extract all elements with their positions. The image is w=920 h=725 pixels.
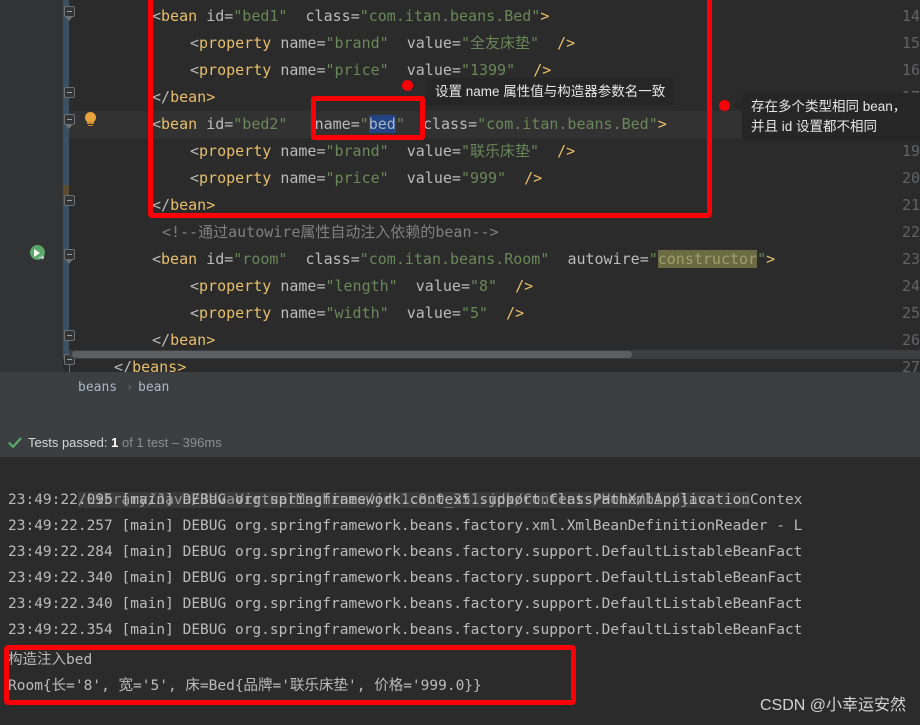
breadcrumb[interactable]: beans › bean — [0, 372, 920, 404]
line-number: 15 — [901, 34, 920, 52]
code-token: class — [305, 250, 351, 268]
console-log-line: 23:49:22.354 [main] DEBUG org.springfram… — [8, 622, 803, 638]
code-token: < — [190, 277, 200, 295]
code-token: /> — [506, 304, 525, 322]
code-token: = — [350, 250, 360, 268]
code-token: </ — [152, 331, 171, 349]
code-token: property — [199, 304, 272, 322]
code-token: = — [224, 250, 234, 268]
code-token: " — [757, 250, 767, 268]
code-token: "com.itan.beans.Room" — [359, 250, 550, 268]
code-token: constructor — [657, 250, 758, 268]
breadcrumb-item-bean[interactable]: bean — [138, 380, 169, 395]
editor-hscrollbar-thumb[interactable] — [72, 351, 632, 358]
callout-duplicate-bean: 存在多个类型相同 bean， 并且 id 设置都不相同 — [742, 93, 920, 141]
run-test-gutter-icon[interactable]: ➜ — [30, 245, 47, 263]
line-number: 22 — [901, 223, 920, 241]
callout-tail-duplicate-bean — [733, 100, 742, 112]
breadcrumb-separator-icon: › — [126, 380, 134, 394]
code-token: value — [415, 277, 461, 295]
code-line[interactable]: <!--通过autowire属性自动注入依赖的bean--> — [162, 219, 499, 246]
code-token: name — [280, 304, 317, 322]
tests-passed-count: 1 — [111, 435, 119, 450]
fold-marker-14[interactable] — [64, 6, 77, 21]
line-number: 21 — [901, 196, 920, 214]
code-token: > — [766, 250, 776, 268]
callout-duplicate-bean-line2: 并且 id 设置都不相同 — [751, 119, 878, 134]
code-token: autowire — [567, 250, 640, 268]
code-token: "room" — [233, 250, 288, 268]
tests-passed-detail: of 1 test – 396ms — [121, 435, 222, 450]
code-line[interactable]: <property name="length" value="8" /> — [190, 273, 533, 300]
line-number: 19 — [901, 142, 920, 160]
code-token: " — [648, 250, 658, 268]
console-log-line: 23:49:22.340 [main] DEBUG org.springfram… — [8, 596, 803, 612]
code-token: > — [177, 358, 187, 372]
console-command-line: /Library/Java/JavaVirtualMachines/jdk1.8… — [8, 461, 751, 508]
gutter-change-strip — [63, 0, 69, 359]
code-token: "length" — [325, 277, 398, 295]
tests-passed-label: Tests passed: — [28, 435, 108, 450]
code-token: bean — [170, 331, 207, 349]
code-token: "5" — [460, 304, 489, 322]
console-log-line: 23:49:22.284 [main] DEBUG org.springfram… — [8, 544, 803, 560]
code-token: name — [280, 277, 317, 295]
annotation-box-program-output — [4, 645, 576, 705]
callout-name-attr: 设置 name 属性值与构造器参数名一致 — [426, 78, 675, 106]
line-number: 20 — [901, 169, 920, 187]
code-line[interactable]: <bean id="room" class="com.itan.beans.Ro… — [152, 246, 775, 273]
fold-marker-21[interactable] — [64, 195, 77, 208]
code-token: /> — [515, 277, 534, 295]
fold-marker-18[interactable] — [64, 114, 77, 129]
code-line[interactable]: <property name="width" value="5" /> — [190, 300, 524, 327]
watermark: CSDN @小幸运安然 — [759, 697, 906, 714]
checkmark-icon — [8, 437, 22, 448]
code-token: value — [406, 304, 452, 322]
code-token: </ — [114, 358, 133, 372]
console-log-line: 23:49:22.095 [main] DEBUG org.springfram… — [8, 492, 803, 508]
code-token: bean — [161, 250, 198, 268]
code-token: = — [451, 304, 461, 322]
annotation-box-duplicate-beans — [148, 0, 712, 218]
fold-marker-23[interactable] — [64, 249, 77, 264]
code-token: "width" — [325, 304, 389, 322]
line-number: 24 — [901, 277, 920, 295]
code-token: < — [190, 304, 200, 322]
callout-duplicate-bean-line1: 存在多个类型相同 bean， — [751, 99, 907, 114]
code-token: "8" — [469, 277, 498, 295]
line-number: 16 — [901, 61, 920, 79]
editor-gutter[interactable] — [0, 0, 63, 372]
callout-dot-duplicate-bean — [719, 100, 730, 111]
annotation-box-name-attribute — [311, 96, 425, 140]
code-token: > — [206, 331, 216, 349]
console-log-line: 23:49:22.257 [main] DEBUG org.springfram… — [8, 518, 803, 534]
line-number: 23 — [901, 250, 920, 268]
intention-bulb-icon[interactable] — [84, 112, 97, 127]
ide-screenshot: 14 <bean id="bed1" class="com.itan.beans.… — [0, 0, 920, 725]
breadcrumb-item-beans[interactable]: beans — [78, 380, 117, 395]
console-log-line: 23:49:22.340 [main] DEBUG org.springfram… — [8, 570, 803, 586]
code-token: < — [152, 250, 162, 268]
code-token: = — [639, 250, 649, 268]
line-number: 14 — [901, 7, 920, 25]
code-token: id — [206, 250, 225, 268]
line-number: 25 — [901, 304, 920, 322]
fold-marker-26[interactable] — [64, 330, 77, 343]
tests-passed-text: Tests passed: 1 of 1 test – 396ms — [28, 435, 222, 450]
code-token: <!--通过autowire属性自动注入依赖的bean--> — [162, 223, 499, 241]
code-token: property — [199, 277, 272, 295]
code-token: beans — [132, 358, 178, 372]
code-token: = — [460, 277, 470, 295]
callout-dot-name-attr — [402, 80, 413, 91]
fold-marker-17[interactable] — [64, 87, 77, 100]
